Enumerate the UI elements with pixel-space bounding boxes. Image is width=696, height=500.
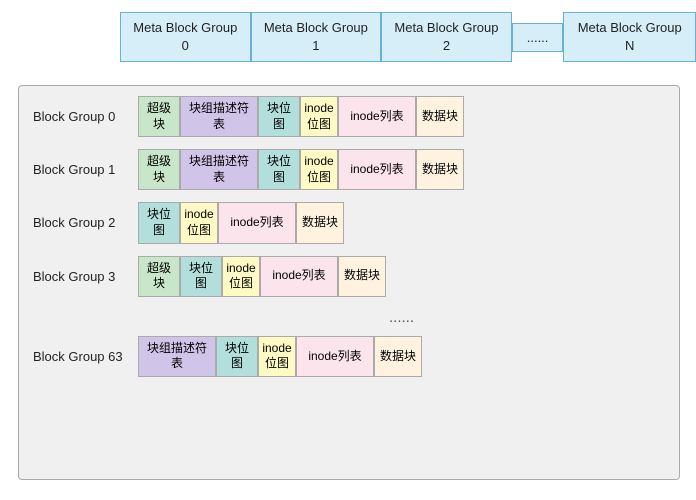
dots-row: ......: [138, 309, 665, 326]
cell-blockdesc-0: 块组描述符表: [180, 96, 258, 137]
cell-blockdesc-63: 块组描述符表: [138, 336, 216, 377]
block-group-row-63: Block Group 63 块组描述符表 块位图 inode 位图 inode…: [33, 336, 665, 377]
cell-data-1: 数据块: [416, 149, 464, 190]
block-group-label-0: Block Group 0: [33, 109, 138, 124]
cell-inode-list-3: inode列表: [260, 256, 338, 297]
block-group-label-1: Block Group 1: [33, 162, 138, 177]
cell-inode-list-0: inode列表: [338, 96, 416, 137]
cell-data-0: 数据块: [416, 96, 464, 137]
cell-bitmap-63: 块位图: [216, 336, 258, 377]
cell-inode-bitmap-2: inode 位图: [180, 202, 218, 243]
cell-bitmap-2: 块位图: [138, 202, 180, 243]
block-group-63-cells: 块组描述符表 块位图 inode 位图 inode列表 数据块: [138, 336, 422, 377]
cell-inode-bitmap-63: inode 位图: [258, 336, 296, 377]
meta-block-n: Meta Block Group N: [563, 12, 696, 62]
cell-inode-list-1: inode列表: [338, 149, 416, 190]
meta-block-0: Meta Block Group 0: [120, 12, 251, 62]
block-group-row-0: Block Group 0 超级块 块组描述符表 块位图 inode 位图 in…: [33, 96, 665, 137]
cell-bitmap-3: 块位图: [180, 256, 222, 297]
block-group-2-cells: 块位图 inode 位图 inode列表 数据块: [138, 202, 344, 243]
cell-data-63: 数据块: [374, 336, 422, 377]
cell-blockdesc-1: 块组描述符表: [180, 149, 258, 190]
cell-data-3: 数据块: [338, 256, 386, 297]
cell-inode-list-63: inode列表: [296, 336, 374, 377]
meta-block-groups-row: Meta Block Group 0 Meta Block Group 1 Me…: [120, 12, 696, 62]
cell-inode-bitmap-0: inode 位图: [300, 96, 338, 137]
block-group-3-cells: 超级块 块位图 inode 位图 inode列表 数据块: [138, 256, 386, 297]
cell-superblock-0: 超级块: [138, 96, 180, 137]
cell-bitmap-1: 块位图: [258, 149, 300, 190]
block-group-label-2: Block Group 2: [33, 215, 138, 230]
meta-block-1: Meta Block Group 1: [251, 12, 382, 62]
main-container: Block Group 0 超级块 块组描述符表 块位图 inode 位图 in…: [18, 85, 680, 480]
block-group-label-63: Block Group 63: [33, 349, 138, 364]
cell-data-2: 数据块: [296, 202, 344, 243]
meta-block-2: Meta Block Group 2: [381, 12, 512, 62]
cell-superblock-3: 超级块: [138, 256, 180, 297]
block-group-label-3: Block Group 3: [33, 269, 138, 284]
block-group-row-1: Block Group 1 超级块 块组描述符表 块位图 inode 位图 in…: [33, 149, 665, 190]
block-group-row-2: Block Group 2 块位图 inode 位图 inode列表 数据块: [33, 202, 665, 243]
cell-bitmap-0: 块位图: [258, 96, 300, 137]
meta-block-dots: ......: [512, 23, 564, 52]
cell-inode-bitmap-3: inode 位图: [222, 256, 260, 297]
cell-inode-list-2: inode列表: [218, 202, 296, 243]
cell-inode-bitmap-1: inode 位图: [300, 149, 338, 190]
block-group-0-cells: 超级块 块组描述符表 块位图 inode 位图 inode列表 数据块: [138, 96, 464, 137]
cell-superblock-1: 超级块: [138, 149, 180, 190]
block-group-1-cells: 超级块 块组描述符表 块位图 inode 位图 inode列表 数据块: [138, 149, 464, 190]
block-group-row-3: Block Group 3 超级块 块位图 inode 位图 inode列表 数…: [33, 256, 665, 297]
